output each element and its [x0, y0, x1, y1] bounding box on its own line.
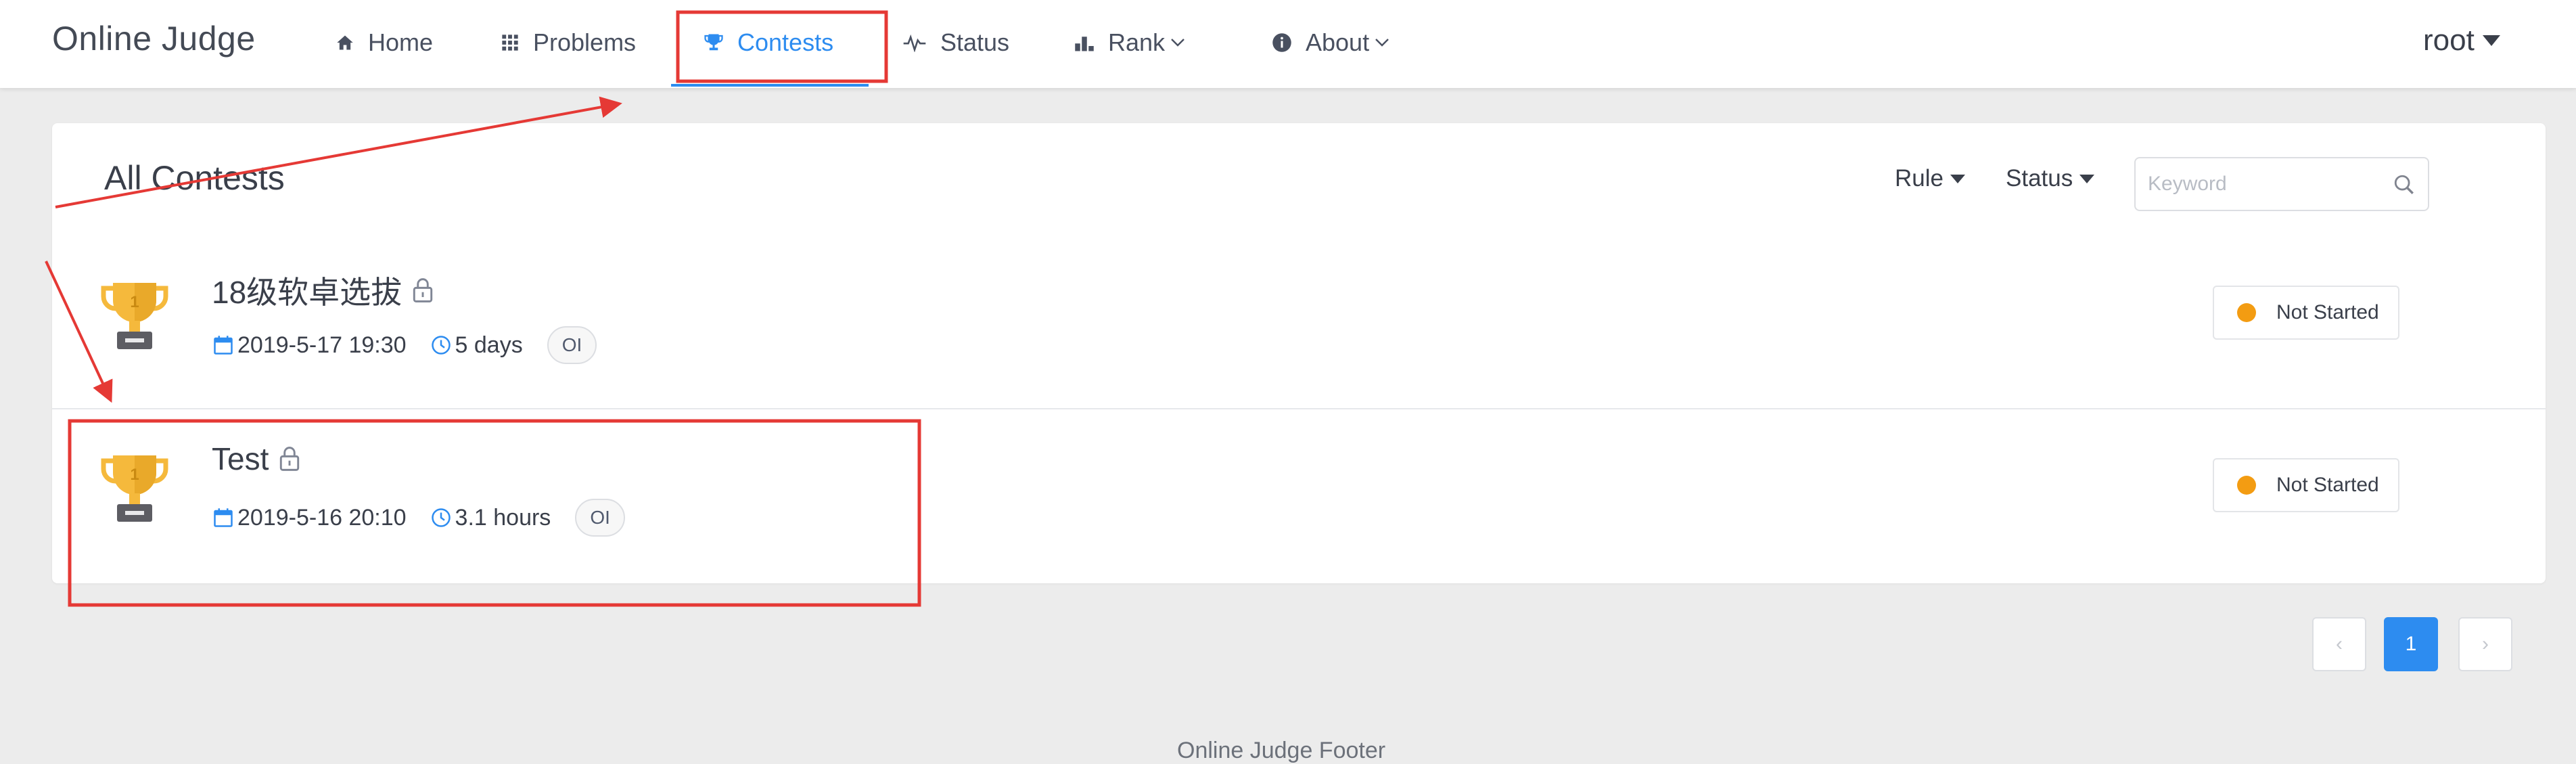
pagination-next-button[interactable]: › [2458, 617, 2512, 671]
nav-about-label: About [1306, 28, 1370, 56]
clock-icon [431, 335, 451, 355]
nav-rank-label: Rank [1108, 28, 1166, 56]
lock-icon [411, 277, 434, 304]
contest-meta: 2019-5-16 20:10 3.1 hours OI [213, 499, 625, 537]
info-icon [1272, 32, 1292, 53]
keyword-search[interactable] [2134, 157, 2429, 211]
status-label: Not Started [2276, 301, 2379, 323]
calendar-icon [213, 508, 233, 528]
bar-chart-icon [1074, 33, 1095, 52]
trophy-icon [704, 32, 724, 53]
trophy-icon: 1 [99, 277, 170, 355]
home-icon [336, 33, 354, 52]
contest-row: 1 18级软卓选拔 2019-5-17 19:30 5 days OI Not … [52, 237, 2546, 409]
active-tab-indicator [671, 84, 869, 87]
rule-type-tag: OI [547, 326, 597, 364]
calendar-icon [213, 335, 233, 355]
nav-contests-label: Contests [737, 28, 834, 56]
contest-title-link[interactable]: 18级软卓选拔 [212, 268, 434, 313]
username: root [2423, 24, 2475, 57]
pagination-prev-button[interactable]: ‹ [2312, 617, 2366, 671]
caret-down-icon [2079, 174, 2095, 183]
status-badge: Not Started [2213, 286, 2399, 340]
search-icon[interactable] [2393, 173, 2416, 200]
rule-type-tag: OI [575, 499, 625, 537]
rule-filter-dropdown[interactable]: Rule [1895, 165, 1965, 192]
contest-duration: 3.1 hours [455, 504, 551, 531]
keyword-search-input[interactable] [2148, 165, 2378, 203]
contest-meta: 2019-5-17 19:30 5 days OI [213, 326, 597, 364]
rule-filter-label: Rule [1895, 165, 1944, 192]
footer-text: Online Judge Footer [1177, 738, 1386, 763]
contests-card: All Contests Rule Status 1 [52, 123, 2546, 583]
nav-rank[interactable]: Rank [1074, 0, 1185, 85]
pagination-page-1[interactable]: 1 [2384, 617, 2438, 671]
nav-problems[interactable]: Problems [501, 0, 636, 85]
status-filter-dropdown[interactable]: Status [2006, 165, 2095, 192]
grid-icon [501, 33, 520, 52]
brand-logo-text[interactable]: Online Judge [52, 19, 256, 58]
nav-about[interactable]: About [1272, 0, 1389, 85]
nav-contests[interactable]: Contests [704, 0, 833, 85]
contest-start-time: 2019-5-16 20:10 [237, 504, 407, 531]
nav-status-label: Status [940, 28, 1010, 56]
nav-home-label: Home [368, 28, 434, 56]
nav-problems-label: Problems [533, 28, 637, 56]
status-dot [2237, 303, 2256, 322]
status-badge: Not Started [2213, 458, 2399, 512]
top-navbar: Online Judge Home Problems Contests Stat… [0, 0, 2576, 88]
contest-duration: 5 days [455, 332, 523, 358]
chevron-down-icon [1170, 37, 1185, 48]
lock-icon [278, 445, 301, 472]
chevron-down-icon [1375, 37, 1389, 48]
status-dot [2237, 476, 2256, 495]
svg-text:1: 1 [130, 293, 139, 311]
status-filter-label: Status [2006, 165, 2073, 192]
clock-icon [431, 508, 451, 528]
status-label: Not Started [2276, 474, 2379, 496]
svg-text:1: 1 [130, 466, 139, 484]
caret-down-icon [1950, 174, 1965, 183]
caret-down-icon [2482, 35, 2500, 46]
contest-title: Test [212, 441, 269, 476]
contest-title: 18级软卓选拔 [212, 275, 402, 310]
pulse-icon [902, 33, 927, 52]
contest-row: 1 Test 2019-5-16 20:10 3.1 hours OI Not … [52, 409, 2546, 581]
nav-status[interactable]: Status [902, 0, 1009, 85]
contest-title-link[interactable]: Test [212, 441, 301, 477]
page-title: All Contests [104, 159, 285, 197]
trophy-icon: 1 [99, 450, 170, 528]
user-menu[interactable]: root [2423, 19, 2500, 62]
nav-home[interactable]: Home [336, 0, 433, 85]
contest-start-time: 2019-5-17 19:30 [237, 332, 407, 358]
